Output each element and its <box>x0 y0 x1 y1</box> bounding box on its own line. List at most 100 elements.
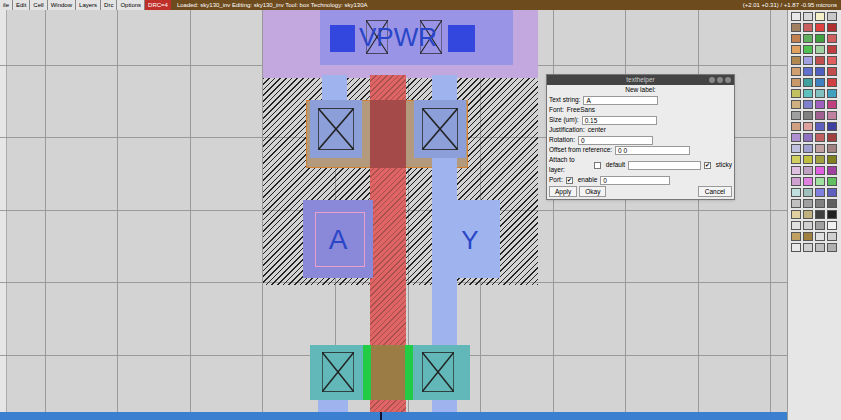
layer-swatch[interactable] <box>815 155 825 164</box>
dialog-button[interactable]: Apply <box>549 186 577 197</box>
rotation-input[interactable]: 0 <box>578 136 653 145</box>
minimize-icon[interactable] <box>709 77 715 83</box>
layer-swatch[interactable] <box>827 34 837 43</box>
layer-swatch[interactable] <box>803 199 813 208</box>
layer-swatch[interactable] <box>803 188 813 197</box>
layer-swatch[interactable] <box>791 243 801 252</box>
layer-swatch[interactable] <box>827 78 837 87</box>
layer-swatch[interactable] <box>827 45 837 54</box>
layer-swatch[interactable] <box>815 133 825 142</box>
layer-swatch[interactable] <box>815 221 825 230</box>
layer-swatch[interactable] <box>791 12 801 21</box>
layer-swatch[interactable] <box>815 45 825 54</box>
layer-swatch[interactable] <box>827 188 837 197</box>
layout-canvas[interactable]: VPWRAYtexthelperNew label:Text string:AF… <box>0 10 787 420</box>
layer-swatch[interactable] <box>815 89 825 98</box>
layer-swatch[interactable] <box>827 210 837 219</box>
dialog-button[interactable]: Okay <box>579 186 606 197</box>
layer-swatch[interactable] <box>791 67 801 76</box>
layer-swatch[interactable] <box>803 34 813 43</box>
layer-swatch[interactable] <box>827 133 837 142</box>
layer-swatch[interactable] <box>815 23 825 32</box>
bottom-scrollbar[interactable] <box>0 412 787 420</box>
layer-swatch[interactable] <box>803 111 813 120</box>
layer-swatch[interactable] <box>827 56 837 65</box>
layer-swatch[interactable] <box>815 34 825 43</box>
layer-swatch[interactable] <box>803 67 813 76</box>
layer-swatch[interactable] <box>803 133 813 142</box>
left-scrollbar[interactable] <box>0 10 7 412</box>
layer-swatch[interactable] <box>803 221 813 230</box>
layer-swatch[interactable] <box>815 67 825 76</box>
layer-swatch[interactable] <box>803 166 813 175</box>
menu-item[interactable]: Edit <box>13 0 30 10</box>
drc-badge[interactable]: DRC=4 <box>145 0 171 10</box>
layer-swatch[interactable] <box>791 111 801 120</box>
layer-swatch[interactable] <box>827 89 837 98</box>
layer-swatch[interactable] <box>791 188 801 197</box>
layer-swatch[interactable] <box>815 177 825 186</box>
layer-swatch[interactable] <box>803 100 813 109</box>
font-value[interactable]: FreeSans <box>567 105 595 115</box>
layer-swatch[interactable] <box>815 100 825 109</box>
layer-swatch[interactable] <box>803 78 813 87</box>
layer-swatch[interactable] <box>791 221 801 230</box>
layer-swatch[interactable] <box>827 100 837 109</box>
layer-swatch[interactable] <box>803 155 813 164</box>
attach-layer-input[interactable] <box>628 161 701 170</box>
layer-swatch[interactable] <box>791 232 801 241</box>
layer-swatch[interactable] <box>791 177 801 186</box>
layer-swatch[interactable] <box>815 12 825 21</box>
layer-swatch[interactable] <box>827 221 837 230</box>
layer-swatch[interactable] <box>803 122 813 131</box>
menu-item[interactable]: Layers <box>76 0 101 10</box>
layer-swatch[interactable] <box>803 89 813 98</box>
menu-item[interactable]: Options <box>117 0 145 10</box>
scroll-thumb[interactable] <box>380 412 382 420</box>
layer-swatch[interactable] <box>827 232 837 241</box>
layer-swatch[interactable] <box>815 232 825 241</box>
layer-swatch[interactable] <box>803 177 813 186</box>
layer-swatch[interactable] <box>803 12 813 21</box>
layer-swatch[interactable] <box>791 122 801 131</box>
a-label[interactable]: A <box>303 224 373 256</box>
layer-swatch[interactable] <box>803 23 813 32</box>
sticky-checkbox[interactable]: ✔ <box>704 162 711 169</box>
menu-item[interactable]: Window <box>48 0 76 10</box>
layer-swatch[interactable] <box>827 144 837 153</box>
offset-input[interactable]: 0 0 <box>615 146 690 155</box>
layer-swatch[interactable] <box>803 144 813 153</box>
maximize-icon[interactable] <box>717 77 723 83</box>
layer-swatch[interactable] <box>791 100 801 109</box>
layer-swatch[interactable] <box>815 111 825 120</box>
layer-swatch[interactable] <box>791 133 801 142</box>
dialog-titlebar[interactable]: texthelper <box>547 75 734 85</box>
layer-swatch[interactable] <box>815 210 825 219</box>
text-string-input[interactable]: A <box>583 96 658 105</box>
layer-swatch[interactable] <box>791 199 801 208</box>
layer-swatch[interactable] <box>803 45 813 54</box>
menu-item[interactable]: Cell <box>30 0 47 10</box>
layer-swatch[interactable] <box>827 122 837 131</box>
layer-swatch[interactable] <box>815 188 825 197</box>
layer-swatch[interactable] <box>815 144 825 153</box>
layer-swatch[interactable] <box>827 166 837 175</box>
layer-swatch[interactable] <box>815 199 825 208</box>
layer-swatch[interactable] <box>791 56 801 65</box>
layer-swatch[interactable] <box>803 243 813 252</box>
close-icon[interactable] <box>725 77 731 83</box>
port-enable-checkbox[interactable]: ✔ <box>566 177 573 184</box>
layer-swatch[interactable] <box>791 89 801 98</box>
layer-swatch[interactable] <box>827 177 837 186</box>
layer-swatch[interactable] <box>827 155 837 164</box>
layer-swatch[interactable] <box>791 23 801 32</box>
layer-swatch[interactable] <box>803 232 813 241</box>
layer-swatch[interactable] <box>815 78 825 87</box>
cancel-button[interactable]: Cancel <box>698 186 732 197</box>
layer-swatch[interactable] <box>827 67 837 76</box>
menu-item[interactable]: ile <box>0 0 13 10</box>
layer-swatch[interactable] <box>827 243 837 252</box>
layer-swatch[interactable] <box>791 78 801 87</box>
layer-swatch[interactable] <box>803 210 813 219</box>
attach-default-checkbox[interactable] <box>594 162 601 169</box>
